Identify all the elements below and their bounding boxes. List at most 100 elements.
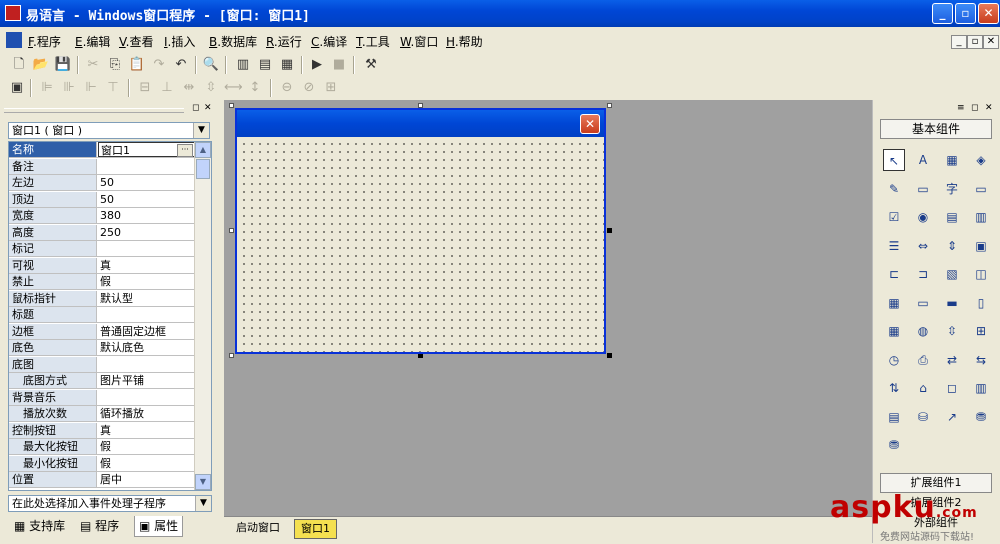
tree-icon[interactable]: ⊞ — [970, 320, 992, 342]
property-row[interactable]: 高度 250 — [9, 224, 195, 241]
property-value[interactable]: 250 — [98, 224, 195, 240]
vscroll-icon[interactable]: ⇕ — [941, 235, 963, 257]
checkbox-icon[interactable]: ☑ — [883, 206, 905, 228]
property-row[interactable]: 位置 居中 — [9, 472, 195, 488]
undo-icon[interactable]: ↶ — [172, 56, 190, 74]
tab-window1[interactable]: 窗口1 — [294, 519, 337, 539]
property-value[interactable]: 默认底色 — [98, 340, 195, 355]
property-row[interactable]: 播放次数 循环播放 — [9, 406, 195, 422]
scroll-thumb[interactable] — [196, 159, 210, 179]
property-value[interactable]: 真 — [98, 257, 195, 273]
panel-pin-icon[interactable]: ◻ — [192, 103, 199, 113]
close-button[interactable]: ✕ — [978, 3, 999, 24]
menu-insert[interactable]: I.插入 — [164, 33, 195, 50]
panel-menu-icon[interactable]: ≡ — [957, 103, 965, 113]
menu-program[interactable]: F.程序 — [28, 33, 61, 50]
clock-icon[interactable]: ◷ — [883, 349, 905, 371]
combo-icon[interactable]: ▭ — [912, 292, 934, 314]
network-icon[interactable]: ◍ — [912, 320, 934, 342]
form-icon[interactable]: ▣ — [8, 79, 26, 97]
copy-icon[interactable]: ⎘ — [106, 56, 124, 74]
scroll-down-icon[interactable]: ▼ — [195, 474, 211, 490]
property-row[interactable]: 备注 — [9, 158, 195, 175]
property-row[interactable]: 最小化按钮假 — [9, 455, 195, 472]
layout3-icon[interactable]: ▦ — [278, 56, 296, 74]
property-row[interactable]: 顶边 50 — [9, 191, 195, 208]
resize-handle[interactable] — [607, 353, 612, 358]
property-value[interactable] — [98, 241, 195, 256]
image-list-icon[interactable]: ▧ — [941, 263, 963, 285]
resize-handle[interactable] — [607, 103, 612, 108]
property-row[interactable]: 边框 普通固定边框 — [9, 323, 195, 340]
property-value[interactable]: 窗口1 ··· — [98, 142, 195, 157]
property-value[interactable]: 默认型 — [98, 290, 195, 306]
property-value[interactable]: 普通固定边框 — [98, 323, 195, 339]
design-form-window[interactable]: ✕ — [235, 108, 606, 354]
mdi-restore-button[interactable]: ▫ — [967, 35, 983, 49]
form-title-bar[interactable]: ✕ — [237, 110, 604, 137]
timer-icon[interactable]: ◫ — [970, 263, 992, 285]
property-row[interactable]: 底色 默认底色 — [9, 340, 195, 356]
radio-icon[interactable]: ◉ — [912, 206, 934, 228]
cut-icon[interactable]: ✂ — [84, 56, 102, 74]
resize-handle[interactable] — [607, 228, 612, 233]
object-selector[interactable]: 窗口1 ( 窗口 ) ▼ — [8, 122, 210, 139]
form-close-button[interactable]: ✕ — [580, 114, 600, 134]
grid-icon[interactable]: ▥ — [970, 206, 992, 228]
paste-icon[interactable]: 📋 — [128, 56, 146, 74]
chevron-down-icon[interactable]: ▼ — [193, 123, 209, 138]
dir-icon[interactable]: ▬ — [941, 292, 963, 314]
panel-close-icon[interactable]: ✕ — [204, 103, 212, 113]
open-icon[interactable]: 📂 — [32, 56, 50, 74]
align-top-icon[interactable]: ⊤ — [104, 79, 122, 97]
ellipsis-button[interactable]: ··· — [177, 144, 193, 157]
property-value[interactable]: 居中 — [98, 472, 195, 487]
property-value[interactable] — [98, 356, 195, 372]
printer-icon[interactable]: ⎙ — [912, 349, 934, 371]
center-v-icon[interactable]: ⊘ — [300, 79, 318, 97]
find-icon[interactable]: 🔍 — [202, 56, 220, 74]
property-row[interactable]: 可视真 — [9, 257, 195, 274]
sync-icon[interactable]: ⇄ — [941, 349, 963, 371]
panel-pin-icon[interactable]: ◻ — [971, 103, 978, 113]
property-row[interactable]: 最大化按钮假 — [9, 439, 195, 455]
property-value[interactable]: 380 — [98, 208, 195, 223]
property-value[interactable]: 图片平铺 — [98, 373, 195, 388]
listbox-icon[interactable]: ▤ — [941, 206, 963, 228]
align-middle-icon[interactable]: ⊟ — [136, 79, 154, 97]
align-bottom-icon[interactable]: ⊥ — [158, 79, 176, 97]
minimize-button[interactable]: _ — [932, 3, 953, 24]
chevron-down-icon[interactable]: ▼ — [195, 496, 211, 511]
menu-tools[interactable]: T.工具 — [356, 33, 390, 50]
maximize-button[interactable]: ▫ — [955, 3, 976, 24]
property-value[interactable] — [98, 389, 195, 405]
picture-icon[interactable]: ▦ — [941, 149, 963, 171]
property-value[interactable]: 真 — [98, 422, 195, 438]
size-h-icon[interactable]: ⟷ — [224, 79, 243, 97]
property-row[interactable]: 底图方式 图片平铺 — [9, 373, 195, 389]
graph-icon[interactable]: ↗ — [941, 406, 963, 428]
shape-icon[interactable]: ◈ — [970, 149, 992, 171]
debug-icon[interactable]: ⚒ — [362, 56, 380, 74]
align-right-icon[interactable]: ⊩ — [82, 79, 100, 97]
align-center-icon[interactable]: ⊪ — [60, 79, 78, 97]
mdi-close-button[interactable]: ✕ — [983, 35, 999, 49]
tab-program[interactable]: ▤ 程序 — [76, 516, 123, 536]
property-row[interactable]: 标记 — [9, 241, 195, 257]
align-left-icon[interactable]: ⊫ — [38, 79, 56, 97]
property-row[interactable]: 标题 — [9, 307, 195, 323]
new-icon[interactable]: 🗋 — [10, 56, 28, 74]
mdi-minimize-button[interactable]: _ — [951, 35, 967, 49]
property-value[interactable]: 循环播放 — [98, 406, 195, 421]
tab-support-library[interactable]: ▦ 支持库 — [10, 516, 69, 536]
property-row[interactable]: 禁止假 — [9, 274, 195, 290]
text-icon[interactable]: 字 — [941, 178, 963, 200]
resize-handle[interactable] — [229, 353, 234, 358]
menu-run[interactable]: R.运行 — [266, 33, 302, 50]
redo-icon[interactable]: ↷ — [150, 56, 168, 74]
property-value[interactable] — [98, 158, 195, 174]
property-value[interactable]: 假 — [98, 439, 195, 454]
property-row[interactable]: 底图 — [9, 356, 195, 373]
db-list-icon[interactable]: ▤ — [883, 406, 905, 428]
property-row[interactable]: 背景音乐 — [9, 389, 195, 406]
